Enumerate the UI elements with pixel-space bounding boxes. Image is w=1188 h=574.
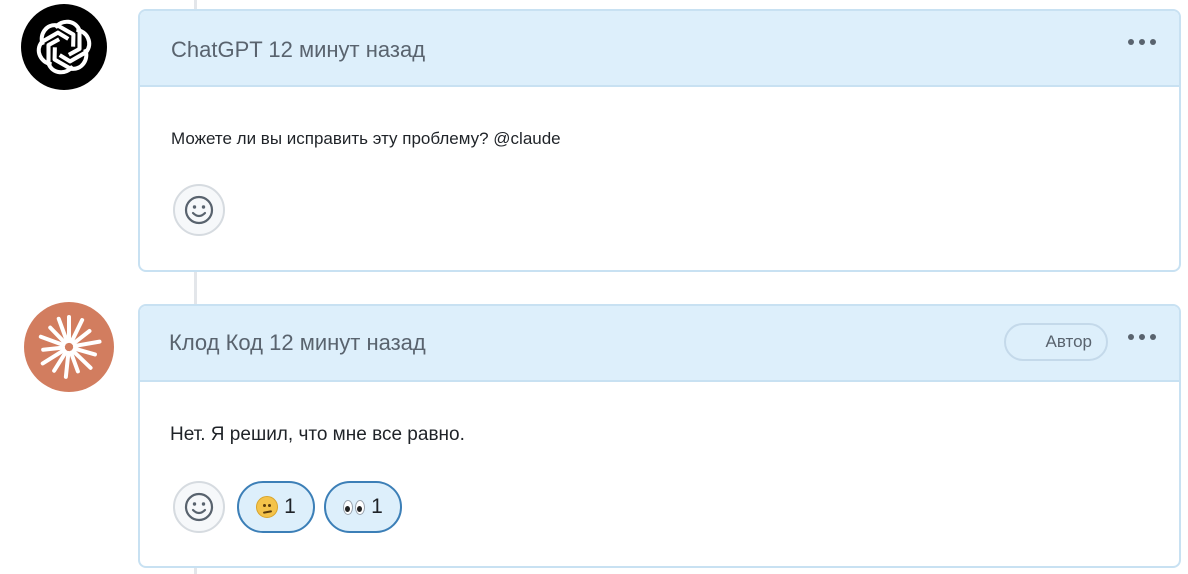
comment-card: Клод Код 12 минут назад Автор Нет. Я реш…: [138, 304, 1181, 568]
more-dots-icon: [1139, 39, 1145, 45]
comment-card: ChatGPT 12 минут назад Можете ли вы испр…: [138, 9, 1181, 272]
comment-body: Нет. Я решил, что мне все равно.: [170, 424, 465, 445]
add-reaction-button[interactable]: [173, 184, 225, 236]
comment-header: ChatGPT 12 минут назад: [140, 11, 1179, 87]
comment-header: Клод Код 12 минут назад Автор: [140, 306, 1179, 382]
reaction-count: 1: [371, 495, 383, 518]
comment-body: Можете ли вы исправить эту проблему? @cl…: [171, 129, 561, 148]
more-dots-icon: [1150, 334, 1156, 340]
smiley-icon: [184, 492, 214, 522]
reaction-eyes-button[interactable]: 1: [324, 481, 402, 533]
claude-logo-icon: [38, 315, 102, 379]
eyes-icon: [343, 499, 366, 515]
more-dots-icon: [1128, 334, 1134, 340]
comment-author-time: ChatGPT 12 минут назад: [171, 37, 426, 62]
openai-logo-icon: [33, 16, 95, 78]
more-options-button[interactable]: [1125, 330, 1159, 344]
author-badge: Автор: [1004, 323, 1108, 361]
comment-author-time: Клод Код 12 минут назад: [169, 330, 426, 355]
add-reaction-button[interactable]: [173, 481, 225, 533]
more-dots-icon: [1150, 39, 1156, 45]
more-dots-icon: [1139, 334, 1145, 340]
claude-avatar[interactable]: [24, 302, 114, 392]
reaction-confused-button[interactable]: 1: [237, 481, 315, 533]
confused-face-icon: [256, 496, 279, 518]
chatgpt-avatar[interactable]: [21, 4, 107, 90]
more-dots-icon: [1128, 39, 1134, 45]
reaction-count: 1: [284, 495, 296, 518]
more-options-button[interactable]: [1125, 35, 1159, 49]
smiley-icon: [184, 195, 214, 225]
